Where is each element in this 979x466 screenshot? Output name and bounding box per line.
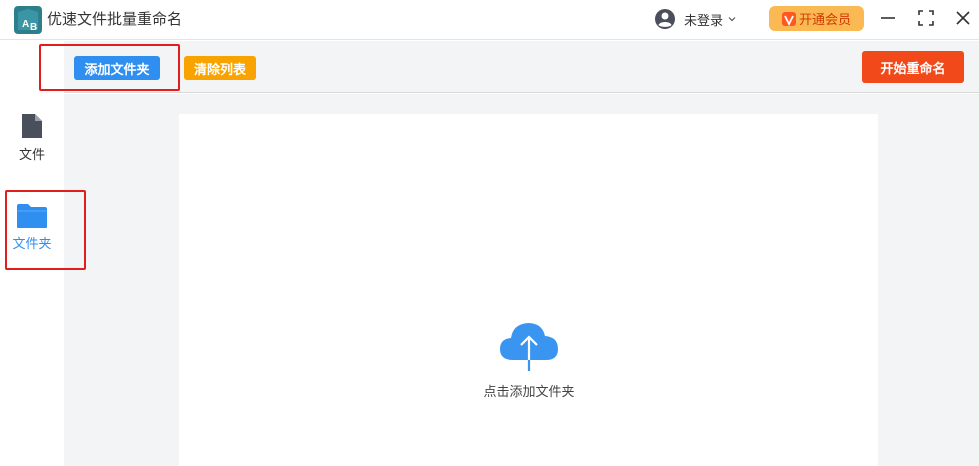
file-icon [22, 114, 42, 138]
minimize-icon[interactable] [878, 8, 898, 28]
svg-text:B: B [30, 22, 37, 33]
user-avatar-icon [655, 9, 675, 29]
clear-list-button[interactable]: 清除列表 [184, 56, 256, 80]
vip-button[interactable]: 开通会员 [769, 6, 864, 31]
drop-zone[interactable] [179, 114, 878, 466]
sidebar-item-label: 文件 [18, 148, 45, 163]
vip-badge-icon [781, 11, 796, 26]
svg-text:A: A [22, 19, 29, 30]
user-label: 未登录 [684, 13, 724, 29]
app-title: 优速文件批量重命名 [47, 10, 183, 28]
vip-label: 开通会员 [798, 13, 851, 28]
start-rename-button[interactable]: 开始重命名 [862, 51, 964, 83]
chevron-down-icon [728, 17, 736, 22]
highlight-box-add-folder [39, 44, 180, 91]
sidebar-item-file[interactable]: 文件 [0, 112, 64, 163]
user-menu[interactable]: 未登录 [654, 7, 737, 31]
cloud-upload-icon[interactable] [499, 320, 559, 372]
drop-zone-label: 点击添加文件夹 [483, 385, 575, 400]
highlight-box-folder-tab [5, 190, 86, 270]
maximize-icon[interactable] [916, 8, 936, 28]
close-icon[interactable] [953, 8, 973, 28]
app-logo-icon: A B [14, 6, 42, 34]
